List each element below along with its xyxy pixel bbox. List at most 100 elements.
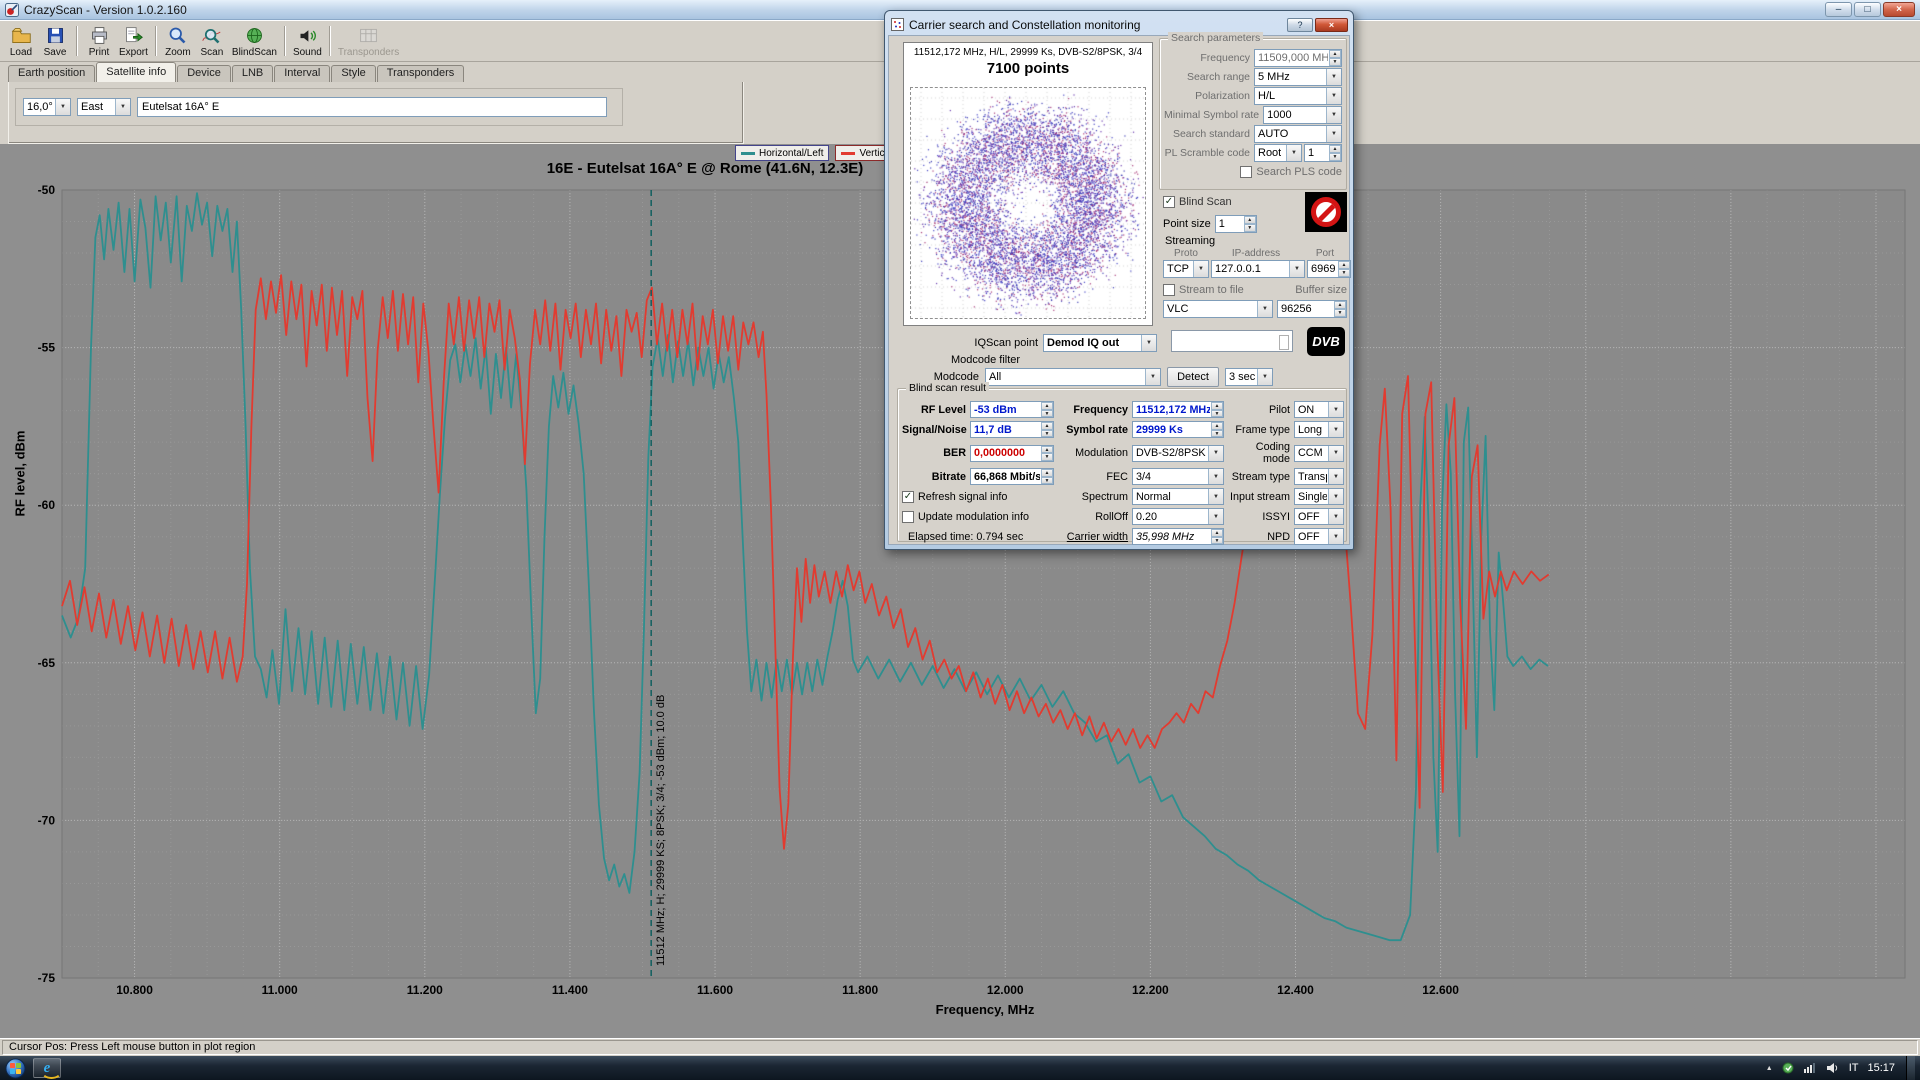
spin-down-icon[interactable]: ▼ — [1041, 409, 1053, 417]
chevron-down-icon[interactable]: ▼ — [1328, 489, 1343, 504]
pl-scramble-value-input[interactable]: 1 ▲ ▼ — [1304, 143, 1342, 162]
spin-down-icon[interactable]: ▼ — [1329, 57, 1341, 66]
spin-up-icon[interactable]: ▲ — [1329, 144, 1341, 153]
chevron-down-icon[interactable]: ▼ — [1257, 301, 1272, 317]
chevron-down-icon[interactable]: ▼ — [1208, 509, 1223, 524]
satellite-name-input[interactable]: Eutelsat 16A° E — [137, 97, 607, 117]
min-symbol-rate-select[interactable]: 1000 ▼ — [1263, 105, 1342, 124]
issyi-select[interactable]: OFF ▼ — [1294, 508, 1344, 525]
start-button[interactable] — [0, 1056, 30, 1080]
bitrate-value[interactable]: 66,868 Mbit/s ▲ ▼ — [970, 468, 1054, 485]
export-button[interactable]: Export — [116, 22, 151, 60]
refresh-signal-checkbox[interactable]: ✓ — [902, 490, 914, 503]
spinner-buttons[interactable]: ▲ ▼ — [1041, 402, 1053, 417]
spin-up-icon[interactable]: ▲ — [1329, 49, 1341, 58]
spin-up-icon[interactable]: ▲ — [1041, 469, 1053, 477]
spinner-buttons[interactable]: ▲ ▼ — [1334, 301, 1346, 317]
carrier-width-value[interactable]: 35,998 MHz ▲ ▼ — [1132, 528, 1224, 545]
chevron-down-icon[interactable]: ▼ — [115, 99, 130, 115]
npd-select[interactable]: OFF ▼ — [1294, 528, 1344, 545]
tab-style[interactable]: Style — [331, 65, 376, 82]
chevron-down-icon[interactable]: ▼ — [1328, 422, 1343, 437]
spinner-buttons[interactable]: ▲ ▼ — [1041, 469, 1053, 484]
detect-interval-select[interactable]: 3 sec ▼ — [1225, 368, 1273, 386]
blind-scan-checkbox[interactable]: ✓ — [1163, 196, 1175, 208]
result-frequency-value[interactable]: 11512,172 MHz ▲ ▼ — [1132, 401, 1224, 418]
chevron-down-icon[interactable]: ▼ — [1326, 106, 1341, 123]
blindscan-button[interactable]: BlindScan — [229, 22, 280, 60]
tab-earth-position[interactable]: Earth position — [8, 65, 96, 82]
chevron-down-icon[interactable]: ▼ — [1328, 509, 1343, 524]
show-desktop-button[interactable] — [1906, 1056, 1915, 1080]
clock[interactable]: 15:17 — [1867, 1062, 1895, 1074]
fec-select[interactable]: 3/4 ▼ — [1132, 468, 1224, 485]
spin-up-icon[interactable]: ▲ — [1211, 402, 1223, 410]
spinner-buttons[interactable]: ▲ ▼ — [1041, 445, 1053, 461]
chevron-down-icon[interactable]: ▼ — [1141, 335, 1156, 351]
tab-transponders[interactable]: Transponders — [376, 65, 465, 82]
close-button[interactable]: × — [1883, 2, 1915, 17]
spin-up-icon[interactable]: ▲ — [1041, 422, 1053, 430]
spin-down-icon[interactable]: ▼ — [1211, 429, 1223, 437]
stream-to-file-checkbox[interactable] — [1163, 284, 1175, 296]
spin-down-icon[interactable]: ▼ — [1329, 152, 1341, 161]
chevron-down-icon[interactable]: ▼ — [1328, 529, 1343, 544]
spinner-buttons[interactable]: ▲ ▼ — [1329, 49, 1341, 66]
language-indicator[interactable]: IT — [1849, 1062, 1859, 1074]
spin-up-icon[interactable]: ▲ — [1211, 422, 1223, 430]
spin-up-icon[interactable]: ▲ — [1041, 402, 1053, 410]
chevron-down-icon[interactable]: ▼ — [1328, 445, 1343, 461]
polarization-select[interactable]: H/L ▼ — [1254, 86, 1342, 105]
chevron-down-icon[interactable]: ▼ — [1193, 261, 1208, 277]
chevron-down-icon[interactable]: ▼ — [1328, 469, 1343, 484]
legend-horizontal[interactable]: Horizontal/Left — [735, 145, 830, 161]
search-frequency-input[interactable]: 11509,000 MHz ▲ ▼ — [1254, 48, 1342, 67]
rolloff-select[interactable]: 0.20 ▼ — [1132, 508, 1224, 525]
safely-remove-icon[interactable] — [1782, 1062, 1794, 1074]
dialog-close-button[interactable]: × — [1315, 17, 1348, 32]
chevron-down-icon[interactable]: ▼ — [1257, 369, 1272, 385]
load-button[interactable]: Load — [4, 22, 38, 60]
hidden-icons-chevron[interactable]: ▲ — [1766, 1065, 1773, 1072]
chevron-down-icon[interactable]: ▼ — [1328, 402, 1343, 417]
save-button[interactable]: Save — [38, 22, 72, 60]
tab-interval[interactable]: Interval — [274, 65, 331, 82]
spinner-buttons[interactable]: ▲ ▼ — [1211, 422, 1223, 437]
ber-value[interactable]: 0,0000000 ▲ ▼ — [970, 444, 1054, 462]
spinner-buttons[interactable]: ▲ ▼ — [1338, 261, 1350, 277]
spin-up-icon[interactable]: ▲ — [1211, 529, 1223, 537]
ip-address-select[interactable]: 127.0.0.1 ▼ — [1211, 260, 1305, 278]
spin-down-icon[interactable]: ▼ — [1243, 224, 1256, 232]
frame-type-select[interactable]: Long ▼ — [1294, 421, 1344, 438]
volume-icon[interactable] — [1826, 1062, 1840, 1074]
spin-down-icon[interactable]: ▼ — [1041, 429, 1053, 437]
spinner-buttons[interactable]: ▲ ▼ — [1243, 216, 1256, 232]
spin-down-icon[interactable]: ▼ — [1041, 453, 1053, 461]
spinner-buttons[interactable]: ▲ ▼ — [1211, 402, 1223, 417]
search-standard-select[interactable]: AUTO ▼ — [1254, 124, 1342, 143]
modulation-select[interactable]: DVB-S2/8PSK ▼ — [1132, 444, 1224, 462]
chevron-down-icon[interactable]: ▼ — [1286, 144, 1301, 161]
spectrum-select[interactable]: Normal ▼ — [1132, 488, 1224, 505]
pilot-select[interactable]: ON ▼ — [1294, 401, 1344, 418]
spin-down-icon[interactable]: ▼ — [1211, 536, 1223, 544]
carrier-width-label[interactable]: Carrier width — [1058, 531, 1128, 543]
orbital-position-select[interactable]: 16,0° ▼ — [23, 98, 71, 116]
point-size-input[interactable]: 1 ▲ ▼ — [1214, 215, 1257, 233]
chevron-down-icon[interactable]: ▼ — [1326, 125, 1341, 142]
spin-up-icon[interactable]: ▲ — [1338, 261, 1350, 269]
spin-up-icon[interactable]: ▲ — [1243, 216, 1256, 224]
chevron-down-icon[interactable]: ▼ — [1145, 369, 1160, 385]
spinner-buttons[interactable]: ▲ ▼ — [1329, 144, 1341, 161]
rf-level-value[interactable]: -53 dBm ▲ ▼ — [970, 401, 1054, 418]
chevron-down-icon[interactable]: ▼ — [55, 99, 70, 115]
spin-down-icon[interactable]: ▼ — [1338, 269, 1350, 277]
spin-down-icon[interactable]: ▼ — [1211, 409, 1223, 417]
tab-lnb[interactable]: LNB — [231, 65, 274, 82]
detect-button[interactable]: Detect — [1167, 367, 1219, 387]
modcode-select[interactable]: All ▼ — [985, 368, 1161, 386]
scan-button[interactable]: Scan — [195, 22, 229, 60]
update-modulation-checkbox[interactable] — [902, 510, 914, 523]
port-input[interactable]: 6969 ▲ ▼ — [1307, 260, 1351, 278]
spin-up-icon[interactable]: ▲ — [1334, 301, 1346, 309]
